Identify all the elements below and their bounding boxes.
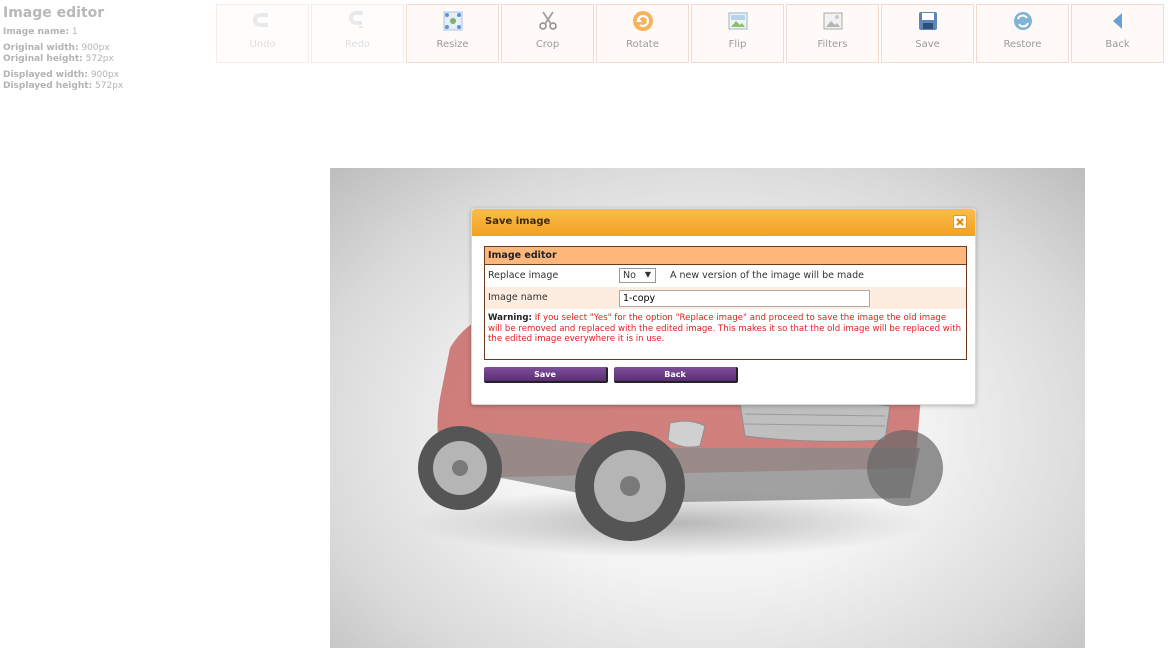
flip-icon [727,10,749,32]
dialog-back-button[interactable]: Back [614,367,738,383]
info-image-name: Image name: 1 [3,27,78,37]
save-icon [917,10,939,32]
resize-icon [442,10,464,32]
dialog-title: Save image [485,216,551,227]
replace-image-row: Replace image No ▼ A new version of the … [485,265,966,287]
save-button[interactable]: Save [881,4,974,63]
save-image-dialog: Save image Image editor Replace image No… [471,208,976,405]
back-icon [1107,10,1129,32]
image-info-panel: Image editor Image name: 1 Original widt… [3,5,123,93]
filters-button[interactable]: Filters [786,4,879,63]
info-displayed-height: Displayed height: 572px [3,81,124,91]
restore-icon [1012,10,1034,32]
warning-message: Warning: If you select "Yes" for the opt… [485,309,966,345]
crop-icon [537,10,559,32]
redo-icon [347,10,369,32]
info-displayed-width: Displayed width: 900px [3,69,120,80]
replace-image-hint: A new version of the image will be made [670,270,864,281]
form-title: Image editor [485,247,966,265]
resize-button[interactable]: Resize [406,4,499,63]
rotate-button[interactable]: Rotate [596,4,689,63]
editor-toolbar: Undo Redo Resize Crop Rotate Flip Filter… [216,4,1164,63]
info-original-width: Original width: 900px [3,42,110,53]
crop-button[interactable]: Crop [501,4,594,63]
flip-button[interactable]: Flip [691,4,784,63]
image-name-row: Image name [485,287,966,309]
image-name-label: Image name [488,292,548,303]
filters-icon [822,10,844,32]
warning-label: Warning: [488,313,532,323]
dialog-buttons: Save Back [484,367,738,383]
warning-text: If you select "Yes" for the option "Repl… [488,313,962,344]
dialog-save-button[interactable]: Save [484,367,608,383]
undo-button[interactable]: Undo [216,4,309,63]
replace-image-label: Replace image [488,270,559,281]
back-button[interactable]: Back [1071,4,1164,63]
close-icon[interactable] [953,215,967,229]
info-original-height: Original height: 572px [3,54,114,64]
replace-image-select[interactable]: No ▼ [619,268,656,283]
rotate-icon [632,10,654,32]
redo-button[interactable]: Redo [311,4,404,63]
dialog-header: Save image [472,209,975,236]
restore-button[interactable]: Restore [976,4,1069,63]
save-form: Image editor Replace image No ▼ A new ve… [484,246,967,360]
chevron-down-icon: ▼ [644,270,651,279]
page-title: Image editor [3,5,105,21]
image-name-input[interactable] [619,290,870,307]
undo-icon [252,10,274,32]
